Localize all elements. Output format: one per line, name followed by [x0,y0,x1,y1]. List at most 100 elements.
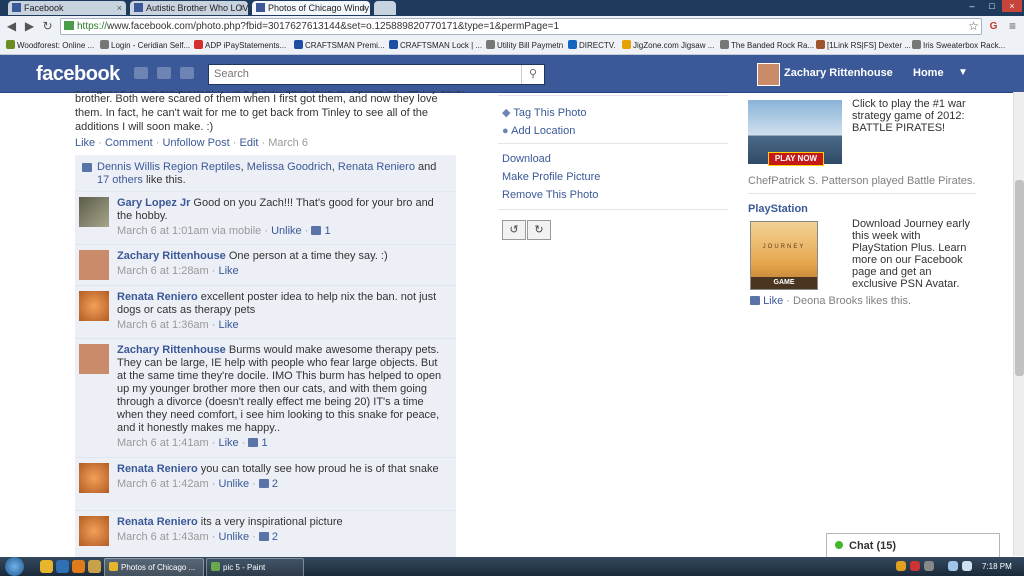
comment-author[interactable]: Zachary Rittenhouse [117,344,226,356]
comment-like-count[interactable]: 1 [325,225,331,237]
comment-author[interactable]: Zachary Rittenhouse [117,250,226,262]
battle-pirates-ad-text[interactable]: Click to play the #1 war strategy game o… [852,98,977,134]
avatar[interactable] [79,291,109,321]
comment-like-count[interactable]: 2 [272,531,278,543]
bookmark-item[interactable]: The Banded Rock Ra... [720,37,814,54]
bookmark-item[interactable]: DIRECTV. [568,37,616,54]
liker-link[interactable]: Melissa Goodrich [247,161,332,173]
comment-like-link[interactable]: Like [219,319,239,331]
chrome-icon[interactable] [40,560,53,573]
avatar[interactable] [79,197,109,227]
home-link[interactable]: Home [913,67,944,79]
bookmark-item[interactable]: [1Link RS|FS] Dexter ... [816,37,911,54]
back-icon[interactable]: ◀ [4,19,19,34]
taskbar-task-paint[interactable]: pic 5 - Paint [206,558,304,577]
rotate-left-icon[interactable]: ↺ [502,220,526,240]
liker-link[interactable]: Renata Reniero [338,161,415,173]
avatar[interactable] [757,63,780,86]
firefox-icon[interactable] [72,560,85,573]
tray-icon[interactable] [910,561,920,571]
comment-like-count[interactable]: 1 [262,437,268,449]
page-scrollbar[interactable] [1013,92,1024,556]
page-icon [486,40,495,49]
comment-link[interactable]: Comment [105,137,153,149]
minimize-window-icon[interactable]: – [962,0,982,12]
bookmark-item[interactable]: Iris Sweaterbox Rack... [912,37,1005,54]
bookmark-item[interactable]: CRAFTSMAN Lock | ... [389,37,482,54]
bookmark-item[interactable]: JigZone.com Jigsaw ... [622,37,714,54]
messages-icon[interactable] [157,67,171,79]
address-bar[interactable]: https://www.facebook.com/photo.php?fbid=… [60,18,982,35]
tab-autistic-brother[interactable]: Autistic Brother Who LOVES× [130,1,248,15]
comment-author[interactable]: Renata Reniero [117,291,198,303]
chat-bar[interactable]: Chat (15) [826,533,1000,558]
rotate-right-icon[interactable]: ↻ [527,220,551,240]
close-tab-icon[interactable]: × [117,1,122,15]
wrench-menu-icon[interactable]: ≡ [1005,19,1020,34]
play-now-button[interactable]: PLAY NOW [768,152,824,166]
add-location-link[interactable]: Add Location [511,125,575,137]
ie-icon[interactable] [56,560,69,573]
battle-pirates-ad-image[interactable]: PLAY NOW [748,100,842,166]
scrollbar-thumb[interactable] [1015,180,1024,376]
edit-link[interactable]: Edit [239,137,258,149]
comment-author[interactable]: Renata Reniero [117,516,198,528]
start-button[interactable] [5,557,24,576]
star-bookmark-icon[interactable]: ☆ [966,19,981,34]
playstation-ad-title[interactable]: PlayStation [748,203,808,215]
search-input[interactable] [209,65,519,82]
avatar[interactable] [79,463,109,493]
comment-like-link[interactable]: Unlike [219,478,250,490]
divider [748,193,976,194]
comment-like-count[interactable]: 2 [272,478,278,490]
bookmark-item[interactable]: CRAFTSMAN Premi... [294,37,385,54]
tab-facebook[interactable]: Facebook × [8,1,126,15]
facebook-logo[interactable]: facebook [36,63,120,86]
avatar[interactable] [79,516,109,546]
bookmark-item[interactable]: Woodforest: Online ... [6,37,94,54]
bookmark-item[interactable]: ADP iPayStatements... [194,37,286,54]
comment-author[interactable]: Gary Lopez Jr [117,197,190,209]
tray-icon[interactable] [924,561,934,571]
download-link[interactable]: Download [502,150,600,168]
search-icon[interactable]: ⚲ [521,65,544,84]
unfollow-link[interactable]: Unfollow Post [162,137,229,149]
tag-photo-link[interactable]: Tag This Photo [513,107,586,119]
bookmark-item[interactable]: Login - Ceridian Self... [100,37,190,54]
comment-like-link[interactable]: Like [219,265,239,277]
like-page-link[interactable]: Like [763,295,783,307]
taskbar-task-chrome[interactable]: Photos of Chicago ... [104,558,204,577]
avatar[interactable] [79,344,109,374]
clock[interactable]: 7:18 PM [982,557,1012,576]
new-tab-button[interactable] [374,1,396,15]
comment-author[interactable]: Renata Reniero [117,463,198,475]
profile-name-link[interactable]: Zachary Rittenhouse [784,67,893,79]
like-link[interactable]: Like [75,137,95,149]
liker-link[interactable]: Dennis Willis Region Reptiles [97,161,241,173]
forward-icon[interactable]: ▶ [22,19,37,34]
comment-like-link[interactable]: Like [219,437,239,449]
comment-like-link[interactable]: Unlike [219,531,250,543]
notifications-icon[interactable] [180,67,194,79]
others-link[interactable]: 17 others [97,174,143,186]
comment-like-link[interactable]: Unlike [271,225,302,237]
make-profile-picture-link[interactable]: Make Profile Picture [502,168,600,186]
close-tab-icon[interactable]: × [361,1,366,15]
bookmark-item[interactable]: Utility Bill Paymetn [486,37,563,54]
playstation-ad-text[interactable]: Download Journey early this week with Pl… [852,218,977,290]
remove-photo-link[interactable]: Remove This Photo [502,186,600,204]
extension-icon[interactable]: G [986,19,1001,34]
tab-photos-chicago[interactable]: Photos of Chicago Windy C × [252,1,370,15]
close-tab-icon[interactable]: × [239,1,244,15]
reload-icon[interactable]: ↻ [40,19,55,34]
avatar[interactable] [79,250,109,280]
network-icon[interactable] [948,561,958,571]
journey-ad-image[interactable]: JOURNEY GAME [750,221,818,290]
maximize-window-icon[interactable]: □ [982,0,1002,12]
account-menu-icon[interactable]: ▼ [958,67,968,78]
close-window-icon[interactable]: × [1002,0,1022,12]
tray-icon[interactable] [896,561,906,571]
friend-requests-icon[interactable] [134,67,148,79]
volume-icon[interactable] [962,561,972,571]
folder-icon[interactable] [88,560,101,573]
